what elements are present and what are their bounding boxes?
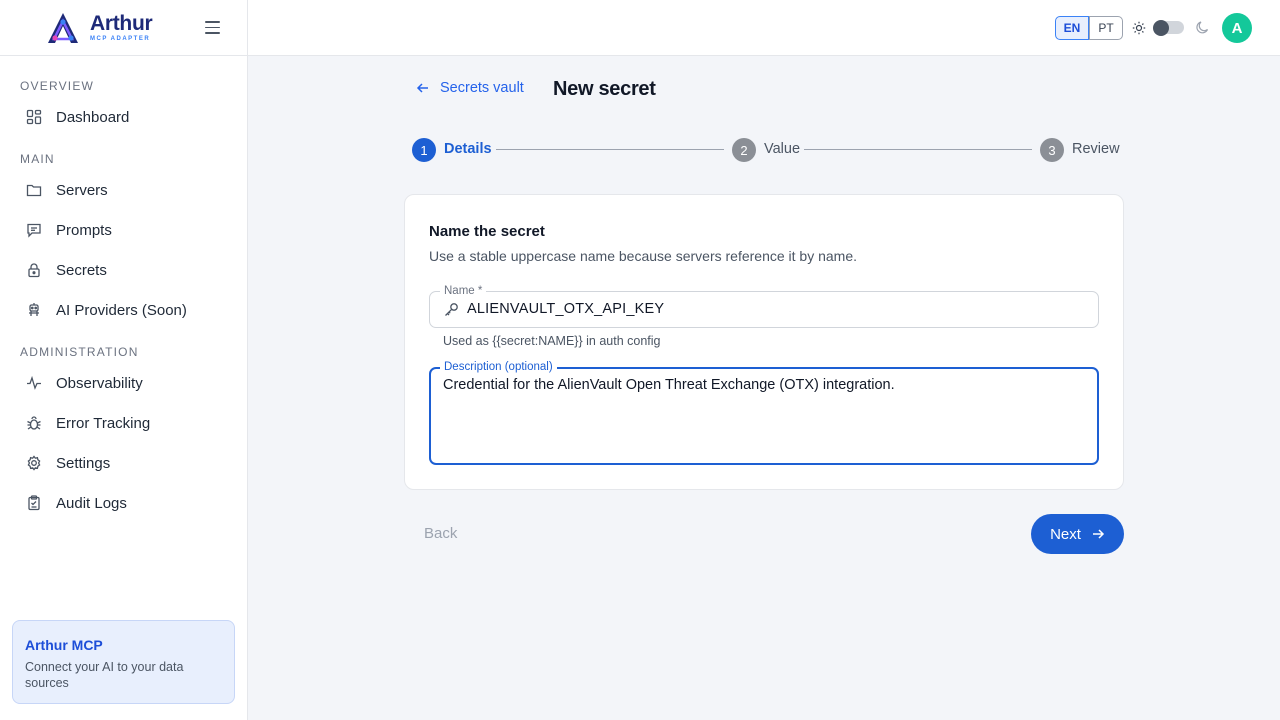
sidebar: Arthur MCP ADAPTER OVERVIEW Dashboard MA… xyxy=(0,0,248,720)
next-button-label: Next xyxy=(1050,525,1081,543)
step-3-label: Review xyxy=(1072,141,1120,157)
section-label-overview: OVERVIEW xyxy=(20,79,95,93)
section-label-administration: ADMINISTRATION xyxy=(20,345,139,359)
back-to-secrets-vault-link[interactable]: Secrets vault xyxy=(416,80,524,96)
sidebar-item-error-tracking[interactable]: Error Tracking xyxy=(12,405,236,441)
sidebar-item-audit-logs[interactable]: Audit Logs xyxy=(12,485,236,521)
sidebar-item-label: Servers xyxy=(56,181,108,199)
sidebar-item-settings[interactable]: Settings xyxy=(12,445,236,481)
clipboard-icon xyxy=(25,495,42,512)
step-2-circle: 2 xyxy=(732,138,756,162)
message-icon xyxy=(25,222,42,239)
theme-toggle[interactable] xyxy=(1153,19,1184,36)
brand-name: Arthur xyxy=(90,12,153,35)
brand-subtitle: MCP ADAPTER xyxy=(90,36,151,42)
theme-toggle-knob xyxy=(1153,19,1169,36)
bug-icon xyxy=(25,415,42,432)
moon-icon xyxy=(1196,21,1209,34)
dashboard-icon xyxy=(25,109,42,126)
promo-text: Connect your AI to your data sources xyxy=(25,660,184,690)
description-field-label: Description (optional) xyxy=(440,360,557,374)
name-field-label: Name * xyxy=(440,284,487,298)
name-field-value: ALIENVAULT_OTX_API_KEY xyxy=(467,301,665,317)
name-field[interactable]: Name * ALIENVAULT_OTX_API_KEY xyxy=(429,284,1099,328)
folder-icon xyxy=(25,182,42,199)
gear-icon xyxy=(25,455,42,472)
section-label-main: MAIN xyxy=(20,152,55,166)
description-field[interactable]: Description (optional) Credential for th… xyxy=(429,360,1099,465)
arrow-right-icon xyxy=(1092,529,1104,539)
arrow-left-icon xyxy=(416,83,428,93)
step-1-circle: 1 xyxy=(412,138,436,162)
avatar[interactable]: A xyxy=(1222,13,1252,43)
activity-icon xyxy=(25,375,42,392)
sidebar-item-label: Dashboard xyxy=(56,108,130,126)
key-icon xyxy=(445,303,458,316)
sidebar-item-prompts[interactable]: Prompts xyxy=(12,212,236,248)
menu-toggle-icon[interactable] xyxy=(205,21,220,35)
sidebar-item-ai-providers[interactable]: AI Providers (Soon) xyxy=(12,292,236,328)
step-connector xyxy=(496,149,724,150)
arthur-logo-icon xyxy=(48,12,78,43)
promo-card: Arthur MCP Connect your AI to your data … xyxy=(12,620,235,704)
secret-details-card: Name the secret Use a stable uppercase n… xyxy=(404,194,1124,490)
sidebar-item-dashboard[interactable]: Dashboard xyxy=(12,99,236,135)
language-pt-button[interactable]: PT xyxy=(1089,16,1123,40)
step-2-label: Value xyxy=(764,141,801,157)
card-subtitle: Use a stable uppercase name because serv… xyxy=(429,248,858,264)
language-en-button[interactable]: EN xyxy=(1055,16,1089,40)
step-1-label: Details xyxy=(444,141,492,157)
name-field-helper: Used as {{secret:NAME}} in auth config xyxy=(443,334,661,348)
sidebar-item-label: AI Providers (Soon) xyxy=(56,301,187,319)
brand: Arthur MCP ADAPTER xyxy=(0,0,247,56)
sidebar-item-label: Settings xyxy=(56,454,111,472)
sidebar-item-servers[interactable]: Servers xyxy=(12,172,236,208)
back-link-label: Secrets vault xyxy=(440,80,524,96)
sidebar-item-label: Prompts xyxy=(56,221,112,239)
step-3-circle: 3 xyxy=(1040,138,1064,162)
robot-icon xyxy=(25,302,42,319)
sun-icon xyxy=(1132,21,1146,35)
topbar: EN PT A xyxy=(248,0,1280,56)
sidebar-item-secrets[interactable]: Secrets xyxy=(12,252,236,288)
lock-icon xyxy=(25,262,42,279)
sidebar-item-label: Error Tracking xyxy=(56,414,151,432)
back-button[interactable]: Back xyxy=(424,525,457,542)
sidebar-item-label: Secrets xyxy=(56,261,107,279)
step-connector xyxy=(804,149,1032,150)
description-field-value: Credential for the AlienVault Open Threa… xyxy=(443,377,895,393)
page-title: New secret xyxy=(553,78,656,100)
promo-title: Arthur MCP xyxy=(25,637,103,653)
sidebar-item-label: Observability xyxy=(56,374,143,392)
sidebar-item-observability[interactable]: Observability xyxy=(12,365,236,401)
next-button[interactable]: Next xyxy=(1031,514,1124,554)
card-title: Name the secret xyxy=(429,223,545,240)
sidebar-item-label: Audit Logs xyxy=(56,494,127,512)
